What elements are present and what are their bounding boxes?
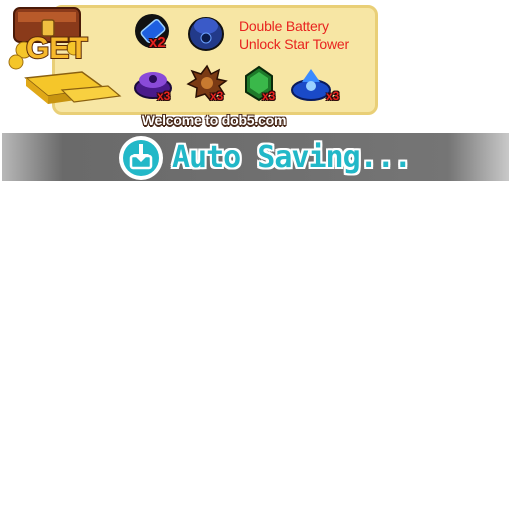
treasure-chest-icon: GET [8, 7, 122, 104]
battery-qty: x2 [149, 34, 166, 51]
promo-line-1: Double Battery [239, 18, 329, 34]
blue-key-tower-qty: x3 [326, 89, 340, 103]
star-tower-icon [188, 17, 224, 51]
green-key-tower-qty: x3 [262, 89, 276, 103]
promo-text: Double Battery Unlock Star Tower [239, 17, 349, 53]
promo-line-2: Unlock Star Tower [239, 36, 349, 52]
auto-saving-text: Auto Saving... [172, 140, 412, 175]
welcome-text: Welcome to dob5.com [141, 112, 287, 128]
brown-spiked-key-tower-qty: x3 [210, 89, 224, 103]
purple-key-tower-qty: x3 [157, 89, 171, 103]
download-save-icon [119, 136, 163, 180]
get-label: GET [26, 32, 88, 65]
